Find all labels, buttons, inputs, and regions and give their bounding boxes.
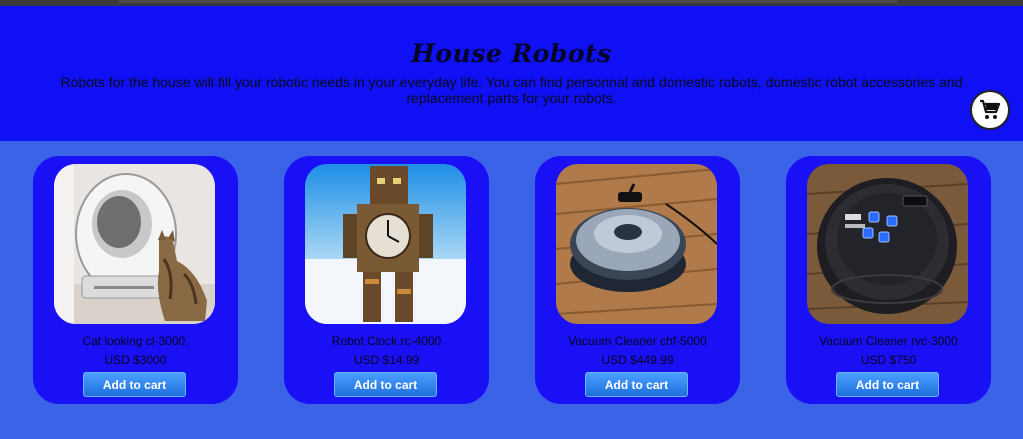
add-to-cart-button[interactable]: Add to cart bbox=[836, 372, 939, 397]
robot-clock-image[interactable] bbox=[305, 164, 466, 324]
product-name: Robot Clock rc-4000 bbox=[331, 334, 442, 348]
product-name: Vacuum Cleaner rvc-3000 bbox=[819, 334, 958, 348]
cart-button[interactable] bbox=[970, 90, 1010, 130]
page-header: House Robots Robots for the house will f… bbox=[0, 6, 1023, 141]
product-name: Cat looking cl-3000. bbox=[82, 334, 189, 348]
shopping-cart-icon bbox=[980, 99, 1001, 119]
add-to-cart-button[interactable]: Add to cart bbox=[334, 372, 437, 397]
page-title: House Robots bbox=[411, 39, 612, 68]
product-card: Vacuum Cleaner chf-5000 USD $449.99 Add … bbox=[535, 156, 740, 404]
page-description: Robots for the house will fill your robo… bbox=[60, 74, 963, 106]
product-card: Robot Clock rc-4000 USD $14.99 Add to ca… bbox=[284, 156, 489, 404]
vacuum-robot-dark-image[interactable] bbox=[807, 164, 968, 324]
product-price: USD $3000 bbox=[104, 353, 167, 367]
product-price: USD $750 bbox=[860, 353, 917, 367]
product-price: USD $449.99 bbox=[601, 353, 674, 367]
product-card: Vacuum Cleaner rvc-3000 USD $750 Add to … bbox=[786, 156, 991, 404]
scroll-track bbox=[118, 0, 898, 3]
product-card: Cat looking cl-3000. USD $3000 Add to ca… bbox=[33, 156, 238, 404]
cat-litter-robot-image[interactable] bbox=[54, 164, 215, 324]
vacuum-robot-image[interactable] bbox=[556, 164, 717, 324]
product-price: USD $14.99 bbox=[353, 353, 420, 367]
product-name: Vacuum Cleaner chf-5000 bbox=[568, 334, 707, 348]
add-to-cart-button[interactable]: Add to cart bbox=[585, 372, 688, 397]
add-to-cart-button[interactable]: Add to cart bbox=[83, 372, 186, 397]
